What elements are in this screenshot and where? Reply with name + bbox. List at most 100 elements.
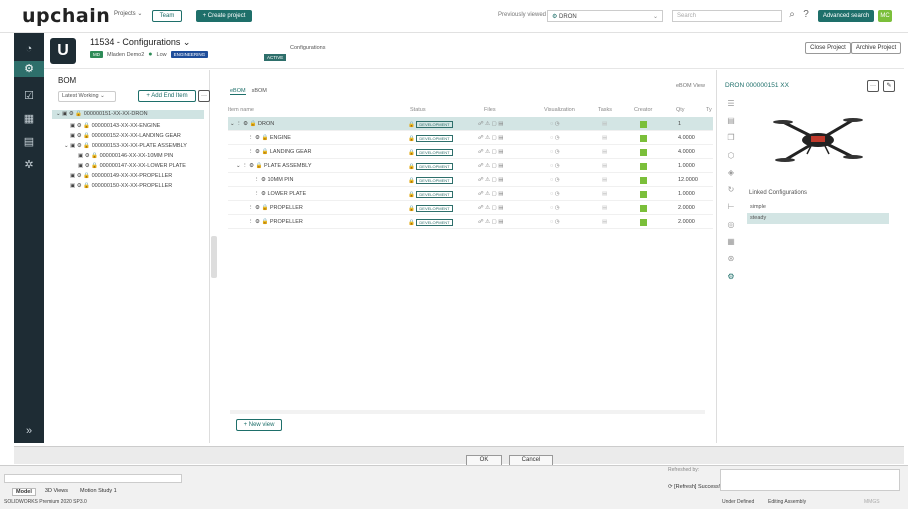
cost-icon[interactable]: ⊛	[725, 253, 737, 265]
stage-tag: ENGINEERING	[170, 51, 209, 58]
details-icon[interactable]: ▤	[725, 115, 737, 127]
table-row[interactable]: ⌄ ⋮ ⚙ 🔒 DRON 🔒 DEVELOPMENT ☍ ⚠ ▢ ▤ ◌ ◷ ▤…	[228, 117, 713, 131]
priority-dot-icon: ●	[148, 51, 153, 58]
feature-tree-scrollbar[interactable]	[4, 474, 182, 483]
tasks-icon[interactable]: ☑	[21, 88, 37, 104]
priority: Low	[156, 51, 167, 58]
tree-item[interactable]: ▣ ⚙ 🔒 000000146-XX-XX-10MM PIN	[52, 152, 173, 161]
structure-icon[interactable]: ⊢	[725, 201, 737, 213]
project-title[interactable]: 11534 - Configurations ⌄	[90, 37, 190, 48]
projects-menu[interactable]: Projects ⌄	[114, 10, 142, 17]
table-row[interactable]: ⋮ ⚙ 🔒 LANDING GEAR 🔒 DEVELOPMENT ☍ ⚠ ▢ ▤…	[228, 145, 713, 159]
add-end-item-button[interactable]: + Add End Item	[138, 90, 196, 102]
left-rail: ◔ ⚙ ☑ ▦ ▤ ✲ »	[14, 33, 44, 443]
help-icon[interactable]: ?	[800, 9, 812, 21]
top-bar: upchain Projects ⌄ Team + Create project…	[0, 0, 908, 33]
assembly-icon: ⚙	[552, 14, 560, 20]
view-icon[interactable]: ◎	[725, 219, 737, 231]
tab-model[interactable]: Model	[12, 488, 36, 496]
tab-3d-views[interactable]: 3D Views	[42, 488, 71, 496]
team-button[interactable]: Team	[152, 10, 182, 22]
panel-resize-handle[interactable]	[211, 236, 217, 278]
search-input[interactable]: Search	[672, 10, 782, 22]
col-status[interactable]: Status	[410, 107, 426, 113]
table-row[interactable]: ⋮ ⚙ 🔒 PROPELLER 🔒 DEVELOPMENT ☍ ⚠ ▢ ▤ ◌ …	[228, 201, 713, 215]
edit-icon[interactable]: ✎	[883, 80, 895, 92]
tree-item[interactable]: ▣ ⚙ 🔒 000000150-XX-XX-PROPELLER	[52, 182, 172, 191]
upchain-logo[interactable]: upchain	[22, 5, 110, 27]
table-row[interactable]: ⋮ ⚙ 🔒 PROPELLER 🔒 DEVELOPMENT ☍ ⚠ ▢ ▤ ◌ …	[228, 215, 713, 229]
horizontal-scrollbar[interactable]	[230, 410, 705, 414]
configurations-icon[interactable]: ⚙	[725, 271, 737, 283]
previously-viewed-value: DRON	[559, 14, 577, 20]
create-project-button[interactable]: + Create project	[196, 10, 252, 22]
tab-ebom[interactable]: eBOM	[230, 88, 246, 95]
units-status[interactable]: MMGS	[864, 499, 880, 505]
previously-viewed-label: Previously viewed	[498, 12, 547, 18]
tab-sbom[interactable]: sBOM	[252, 88, 267, 95]
editing-status: Editing Assembly	[768, 499, 807, 505]
linked-config-item[interactable]: steady	[747, 213, 889, 224]
more-button[interactable]: ···	[198, 90, 210, 102]
user-avatar[interactable]: MC	[878, 10, 892, 22]
new-view-button[interactable]: + New view	[236, 419, 282, 431]
col-tasks[interactable]: Tasks	[598, 107, 612, 113]
table-row[interactable]: ⌄ ⋮ ⚙ 🔒 PLATE ASSEMBLY 🔒 DEVELOPMENT ☍ ⚠…	[228, 159, 713, 173]
col-item-name[interactable]: Item name	[228, 107, 254, 113]
tree-item[interactable]: ▣ ⚙ 🔒 000000147-XX-XX-LOWER PLATE	[52, 162, 186, 171]
item-title: DRON 000000151 XX	[725, 82, 789, 89]
advanced-search-button[interactable]: Advanced search	[818, 10, 874, 22]
chevron-down-icon[interactable]: ⌄	[183, 37, 191, 47]
col-qty[interactable]: Qty	[676, 107, 685, 113]
col-type[interactable]: Ty	[706, 107, 712, 113]
tree-item[interactable]: ⌄ ▣ ⚙ 🔒 000000151-XX-XX-DRON	[52, 110, 204, 119]
table-row[interactable]: ⋮ ⚙ 🔒 ENGINE 🔒 DEVELOPMENT ☍ ⚠ ▢ ▤ ◌ ◷ ▤…	[228, 131, 713, 145]
files-icon[interactable]: ❐	[725, 132, 737, 144]
project-owner: Mladen Demo2	[107, 51, 145, 58]
archive-project-button[interactable]: Archive Project	[851, 42, 901, 54]
project-header: U 11534 - Configurations ⌄ MD Mladen Dem…	[44, 33, 904, 69]
col-files[interactable]: Files	[484, 107, 496, 113]
table-header: Item name Status Files Visualization Tas…	[228, 107, 713, 116]
tree-item[interactable]: ⌄ ▣ ⚙ 🔒 000000153-XX-XX-PLATE ASSEMBLY	[52, 142, 187, 151]
linked-configurations-label: Linked Configurations	[749, 190, 808, 196]
layers-icon[interactable]: ◈	[725, 167, 737, 179]
app-window: upchain Projects ⌄ Team + Create project…	[0, 0, 908, 509]
more-button[interactable]: ···	[867, 80, 879, 92]
close-project-button[interactable]: Close Project	[805, 42, 851, 54]
settings-icon[interactable]: ✲	[21, 157, 37, 173]
documents-icon[interactable]: ▤	[21, 134, 37, 150]
dashboard-icon[interactable]: ◔	[21, 41, 37, 57]
tree-item[interactable]: ▣ ⚙ 🔒 000000152-XX-XX-LANDING GEAR	[52, 132, 181, 141]
list-icon[interactable]: ☰	[725, 98, 737, 110]
under-defined-status: Under Defined	[722, 499, 755, 505]
tree-item[interactable]: ▣ ⚙ 🔒 000000149-XX-XX-PROPELLER	[52, 172, 172, 181]
table-row[interactable]: ⋮ ⚙ LOWER PLATE 🔒 DEVELOPMENT ☍ ⚠ ▢ ▤ ◌ …	[228, 187, 713, 201]
linked-config-item[interactable]: simple	[747, 202, 889, 213]
bom-icon[interactable]: ⚙	[14, 61, 44, 77]
bom-version-select[interactable]: Latest Working ⌄	[58, 91, 116, 102]
solidworks-version: SOLIDWORKS Premium 2020 SP3.0	[4, 499, 87, 505]
table-row[interactable]: ⋮ ⚙ 10MM PIN 🔒 DEVELOPMENT ☍ ⚠ ▢ ▤ ◌ ◷ ▤…	[228, 173, 713, 187]
part-icon[interactable]: ⬡	[725, 150, 737, 162]
configurations-label: Configurations	[290, 45, 326, 51]
chevron-down-icon: ⌄	[652, 14, 658, 20]
dialog-button-bar	[14, 446, 904, 464]
refreshed-by-label: Refreshed by:	[668, 467, 700, 473]
output-box	[720, 469, 900, 491]
calendar-icon[interactable]: ▦	[21, 111, 37, 127]
previously-viewed-select[interactable]: ⚙ DRON ⌄	[547, 10, 663, 22]
table-icon[interactable]: ▦	[725, 236, 737, 248]
history-icon[interactable]: ↻	[725, 184, 737, 196]
search-icon[interactable]: ⌕	[786, 9, 798, 21]
refresh-status: ⟳ [Refresh] Success!	[668, 484, 721, 490]
expand-icon[interactable]: »	[21, 423, 37, 439]
bom-table-panel: eBOM sBOM eBOM View Item name Status Fil…	[218, 70, 713, 443]
item-detail-panel: DRON 000000151 XX ··· ✎ ☰ ▤ ❐ ⬡ ◈ ↻ ⊢ ◎ …	[716, 70, 904, 443]
col-creator[interactable]: Creator	[634, 107, 652, 113]
ebom-view-label[interactable]: eBOM View	[676, 83, 705, 89]
tab-motion-study[interactable]: Motion Study 1	[77, 488, 120, 496]
drone-thumbnail	[773, 118, 863, 162]
tree-item[interactable]: ▣ ⚙ 🔒 000000143-XX-XX-ENGINE	[52, 122, 160, 131]
col-visualization[interactable]: Visualization	[544, 107, 575, 113]
